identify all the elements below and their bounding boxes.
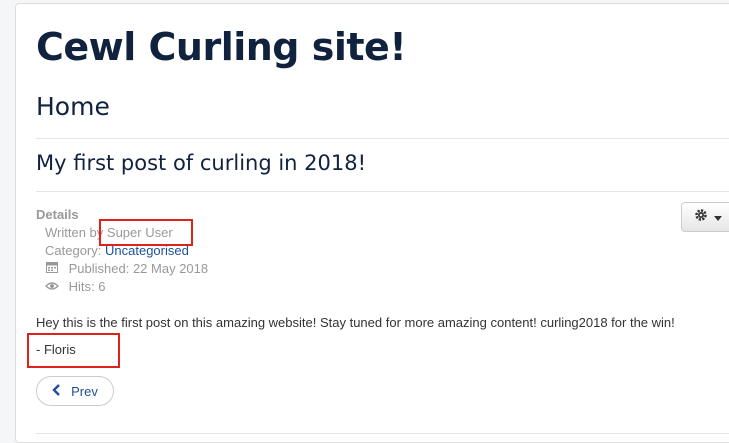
article-tools-button[interactable] [681,202,729,232]
prev-label: Prev [71,383,98,399]
published-line: Published: 22 May 2018 [45,261,208,276]
category-label: Category: [45,243,102,258]
published-date: Published: 22 May 2018 [68,261,209,276]
page-heading: Home [36,92,110,121]
divider [36,138,729,139]
category-line: Category: Uncategorised [45,243,189,258]
divider [36,433,729,434]
article-body: Hey this is the first post on this amazi… [36,315,675,330]
calendar-icon [45,261,59,276]
signature-highlight-box [27,333,120,368]
site-title[interactable]: Cewl Curling site! [36,22,407,72]
category-link[interactable]: Uncategorised [105,243,189,258]
chevron-left-icon [52,383,61,400]
hits-line: Hits: 6 [45,279,105,294]
divider [36,191,729,192]
article-title: My first post of curling in 2018! [36,151,367,175]
gear-icon [694,208,708,227]
author-highlight-box [99,219,193,246]
eye-icon [45,280,59,294]
written-by-label: Written by [45,225,104,240]
caret-down-icon [714,208,722,226]
details-label: Details [36,207,79,222]
prev-button[interactable]: Prev [36,376,114,406]
hits-count: Hits: 6 [68,279,106,294]
